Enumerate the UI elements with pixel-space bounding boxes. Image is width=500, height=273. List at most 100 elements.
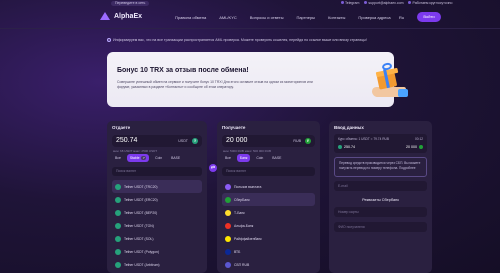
currency-label: Tether USDT (ERC20) [124, 197, 158, 202]
currency-label: СБП RUB [234, 262, 250, 267]
nav-divider [0, 28, 500, 29]
give-chip-base[interactable]: BASE [168, 154, 183, 162]
nav-item-faq[interactable]: Вопросы и ответы [250, 15, 284, 20]
chip-label: Все [225, 156, 231, 160]
info-text: Информируем вас, что на все транзакции р… [113, 37, 367, 42]
currency-label: Tether USDT (SOL) [124, 236, 154, 241]
get-amount-value: 20 000 [226, 137, 248, 144]
email-field[interactable]: E-mail [334, 181, 427, 191]
main-nav: AlphaEx Правила обмена AML/KYC Вопросы и… [0, 8, 500, 28]
gift-icon [368, 60, 408, 102]
nav-item-contacts[interactable]: Контакты [328, 15, 345, 20]
give-amount-field[interactable]: 250.74 USDT ₮ [112, 135, 202, 147]
get-chip-bank[interactable]: Банк [236, 154, 251, 162]
get-item[interactable]: Т-Банк [222, 206, 315, 219]
chip-label: BASE [171, 156, 181, 160]
give-chip-all[interactable]: Все [112, 154, 124, 162]
get-item[interactable]: Райффайзенбанк [222, 232, 315, 245]
currency-label: Tether USDT (TON) [124, 223, 154, 228]
telegram-link[interactable]: Telegram [341, 1, 359, 5]
info-notice: i Информируем вас, что на все транзакции… [107, 36, 400, 43]
get-chip-coin[interactable]: Coin [253, 154, 266, 162]
details-title: Реквизиты Сбербанк [362, 198, 399, 202]
give-filter-chips: Все Stable 7 Coin BASE [112, 154, 183, 162]
sbp-notice: Перевод средств производится через СБП. … [334, 157, 427, 177]
get-item[interactable]: ВТБ [222, 245, 315, 258]
get-amount-field[interactable]: 20 000 RUB ₽ [222, 135, 315, 147]
login-button[interactable]: Войти [417, 12, 441, 22]
top-bar: Переведите в сеть Telegram support@alpha… [0, 0, 500, 7]
give-item[interactable]: Tether USDT (Polygon) [112, 245, 202, 258]
currency-icon [225, 209, 231, 216]
get-chip-base[interactable]: BASE [269, 154, 284, 162]
give-panel: Отдаете 250.74 USDT ₮ мин: 68 USDT макс:… [107, 121, 207, 273]
currency-icon [115, 222, 121, 229]
nav-menu: Правила обмена AML/KYC Вопросы и ответы … [175, 15, 391, 20]
give-chip-stable[interactable]: Stable 7 [126, 154, 150, 162]
chip-label: Coin [155, 156, 163, 160]
logo[interactable]: AlphaEx [100, 12, 142, 20]
nav-item-aml[interactable]: AML/KYC [219, 15, 237, 20]
language-select[interactable]: Ru [399, 15, 404, 20]
chip-label: Coin [256, 156, 264, 160]
ruble-icon: ₽ [305, 138, 311, 144]
give-item[interactable]: Tether USDT (TON) [112, 219, 202, 232]
currency-icon [115, 261, 121, 268]
currency-label: Т-Банк [234, 210, 245, 215]
email-link[interactable]: support@alphaex.com [364, 1, 403, 5]
currency-icon [115, 248, 121, 255]
currency-icon [115, 235, 121, 242]
nav-item-partners[interactable]: Партнеры [296, 15, 315, 20]
currency-label: Tether USDT (Polygon) [124, 249, 159, 254]
get-filter-chips: Все Банк Coin BASE [222, 154, 284, 162]
currency-label: Райффайзенбанк [234, 236, 262, 241]
currency-label: Tether USDT (TRC20) [124, 184, 158, 189]
mail-icon [364, 1, 368, 4]
banner-title: Бонус 10 TRX за отзыв после обмена! [117, 67, 249, 74]
get-search-input[interactable]: Поиск валют [222, 167, 315, 176]
give-search-input[interactable]: Поиск валют [112, 167, 202, 176]
chip-label: Stable [129, 156, 140, 160]
currency-label: Пользов выплата [234, 184, 262, 189]
give-amount-value: 250.74 [116, 137, 138, 144]
exchange-rate: Курс обмена: 1 USDT = 79.74 RUB [338, 137, 389, 141]
hours-label: Работаем круглосуточно [412, 1, 453, 5]
get-item[interactable]: Альфа-Банк [222, 219, 315, 232]
get-chip-all[interactable]: Все [222, 154, 234, 162]
give-currency-list: Tether USDT (TRC20) Tether USDT (ERC20) Te… [112, 180, 202, 271]
give-currency: USDT [178, 139, 188, 143]
currency-label: Альфа-Банк [234, 223, 254, 228]
currency-icon [115, 183, 121, 190]
summary-give-amount: 250.74 [344, 145, 355, 149]
chip-label: Все [115, 156, 121, 160]
currency-icon [115, 209, 121, 216]
give-item[interactable]: Tether USDT (Arbitrum) [112, 258, 202, 271]
give-item[interactable]: Tether USDT (TRC20) [112, 180, 202, 193]
get-item[interactable]: СберБанк [222, 193, 315, 206]
email-label: support@alphaex.com [368, 1, 404, 5]
give-item[interactable]: Tether USDT (SOL) [112, 232, 202, 245]
partner-badge[interactable]: Переведите в сеть [111, 1, 150, 6]
bonus-banner: Бонус 10 TRX за отзыв после обмена! Сове… [107, 52, 394, 107]
nav-item-address-check[interactable]: Проверка адреса [358, 15, 390, 20]
get-item[interactable]: СБП RUB [222, 258, 315, 271]
contacts-bar: Telegram support@alphaex.com Работаем кр… [341, 1, 452, 5]
get-currency-list: Пользов выплата СберБанк Т-Банк Альфа-Банк Р… [222, 180, 315, 271]
banner-text: Совершите успешный обмен на сервисе и по… [117, 80, 313, 89]
chip-label: Банк [239, 156, 248, 160]
give-item[interactable]: Tether USDT (BEP20) [112, 206, 202, 219]
nav-item-rules[interactable]: Правила обмена [175, 15, 206, 20]
recipient-name-field[interactable]: ФИО получателя [334, 222, 427, 232]
telegram-icon [341, 1, 344, 4]
currency-icon [225, 248, 231, 255]
get-item[interactable]: Пользов выплата [222, 180, 315, 193]
currency-label: Tether USDT (Arbitrum) [124, 262, 160, 267]
card-number-field[interactable]: Номер карты [334, 207, 427, 217]
currency-label: ВТБ [234, 249, 241, 254]
give-item[interactable]: Tether USDT (ERC20) [112, 193, 202, 206]
summary-get-amount: 20 000 [406, 145, 417, 149]
swap-button[interactable]: ⇄ [209, 164, 217, 172]
give-chip-coin[interactable]: Coin [152, 154, 165, 162]
currency-icon [115, 196, 121, 203]
tether-icon: ₮ [192, 138, 198, 144]
